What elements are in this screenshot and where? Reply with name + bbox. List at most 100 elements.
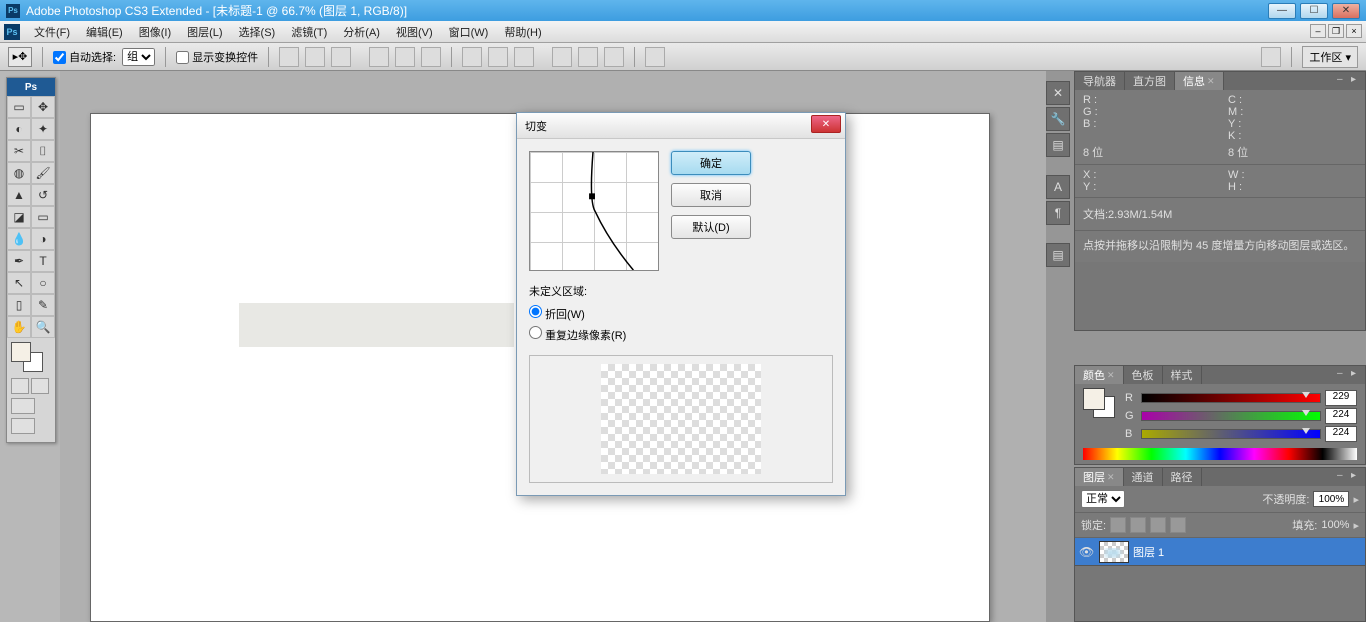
tab-styles[interactable]: 样式 (1163, 366, 1202, 384)
color-panel-swatches[interactable] (1083, 388, 1117, 418)
window-close-button[interactable]: ✕ (1332, 3, 1360, 19)
quickmask-std[interactable] (11, 378, 29, 394)
panel-minimize-icon[interactable]: – (1337, 368, 1349, 380)
menu-analysis[interactable]: 分析(A) (335, 21, 388, 43)
tool-path-sel[interactable]: ↖ (7, 272, 31, 294)
menu-layer[interactable]: 图层(L) (179, 21, 230, 43)
dock-tab-icon[interactable]: ▤ (1046, 243, 1070, 267)
tool-eraser[interactable]: ◪ (7, 206, 31, 228)
dialog-titlebar[interactable]: 切变 ✕ (517, 113, 845, 139)
panel-minimize-icon[interactable]: – (1337, 74, 1349, 86)
align-icon[interactable] (421, 47, 441, 67)
default-button[interactable]: 默认(D) (671, 215, 751, 239)
menu-select[interactable]: 选择(S) (231, 21, 284, 43)
cancel-button[interactable]: 取消 (671, 183, 751, 207)
tool-history-brush[interactable]: ↺ (31, 184, 55, 206)
slider-b-value[interactable]: 224 (1325, 426, 1357, 442)
tab-paths[interactable]: 路径 (1163, 468, 1202, 486)
slider-r-value[interactable]: 229 (1325, 390, 1357, 406)
tool-notes[interactable]: ▯ (7, 294, 31, 316)
menu-file[interactable]: 文件(F) (26, 21, 78, 43)
lock-trans-icon[interactable] (1110, 517, 1126, 533)
tab-histogram[interactable]: 直方图 (1125, 72, 1175, 90)
tool-blur[interactable]: 💧 (7, 228, 31, 250)
tab-swatches[interactable]: 色板 (1124, 366, 1163, 384)
tool-gradient[interactable]: ▭ (31, 206, 55, 228)
distribute-icon[interactable] (604, 47, 624, 67)
workspace-dropdown[interactable]: 工作区 ▾ (1302, 46, 1358, 68)
menu-help[interactable]: 帮助(H) (496, 21, 549, 43)
dialog-close-button[interactable]: ✕ (811, 115, 841, 133)
window-maximize-button[interactable]: ☐ (1300, 3, 1328, 19)
layer-thumbnail[interactable] (1099, 541, 1129, 563)
tool-slice[interactable]: ⌷ (31, 140, 55, 162)
ok-button[interactable]: 确定 (671, 151, 751, 175)
auto-align-icon[interactable] (645, 47, 665, 67)
menu-filter[interactable]: 滤镜(T) (283, 21, 335, 43)
distribute-icon[interactable] (488, 47, 508, 67)
align-icon[interactable] (305, 47, 325, 67)
menu-edit[interactable]: 编辑(E) (78, 21, 131, 43)
doc-restore-button[interactable]: ❐ (1328, 24, 1344, 38)
panel-close-icon[interactable]: ▸ (1351, 368, 1363, 380)
tab-layers[interactable]: 图层✕ (1075, 468, 1124, 486)
align-icon[interactable] (395, 47, 415, 67)
tool-indicator-move[interactable]: ▸✥ (8, 47, 32, 67)
layer-item[interactable]: 👁 图层 1 (1075, 538, 1365, 566)
doc-close-button[interactable]: × (1346, 24, 1362, 38)
blend-mode-select[interactable]: 正常 (1081, 490, 1125, 508)
tool-pen[interactable]: ✒ (7, 250, 31, 272)
quickmask-mask[interactable] (31, 378, 49, 394)
tool-lasso[interactable]: ◐ (7, 118, 31, 140)
align-icon[interactable] (369, 47, 389, 67)
tool-heal[interactable]: ◍ (7, 162, 31, 184)
slider-g-value[interactable]: 224 (1325, 408, 1357, 424)
shear-curve-editor[interactable] (529, 151, 659, 271)
screenmode-icon[interactable] (11, 418, 35, 434)
opacity-value[interactable]: 100% (1313, 491, 1349, 507)
wrap-radio[interactable]: 折回(W) (529, 303, 833, 324)
tool-stamp[interactable]: ▲ (7, 184, 31, 206)
tool-brush[interactable]: 🖌 (31, 162, 55, 184)
dock-tab-icon[interactable]: ✕ (1046, 81, 1070, 105)
menu-window[interactable]: 窗口(W) (441, 21, 497, 43)
tool-move[interactable]: ✥ (31, 96, 55, 118)
fill-value[interactable]: 100% (1321, 519, 1349, 531)
tab-channels[interactable]: 通道 (1124, 468, 1163, 486)
tool-type[interactable]: T (31, 250, 55, 272)
tab-navigator[interactable]: 导航器 (1075, 72, 1125, 90)
panel-close-icon[interactable]: ▸ (1351, 470, 1363, 482)
align-icon[interactable] (279, 47, 299, 67)
tool-dodge[interactable]: ◑ (31, 228, 55, 250)
tool-marquee[interactable]: ▭ (7, 96, 31, 118)
dock-tab-icon[interactable]: ¶ (1046, 201, 1070, 225)
lock-all-icon[interactable] (1170, 517, 1186, 533)
dock-tab-icon[interactable]: ▤ (1046, 133, 1070, 157)
show-transform-checkbox[interactable]: 显示变换控件 (176, 49, 258, 65)
tool-wand[interactable]: ✦ (31, 118, 55, 140)
menu-image[interactable]: 图像(I) (131, 21, 179, 43)
doc-minimize-button[interactable]: – (1310, 24, 1326, 38)
auto-select-target[interactable]: 组 (122, 48, 155, 66)
tab-info[interactable]: 信息✕ (1175, 72, 1224, 90)
tool-eyedropper[interactable]: ✎ (31, 294, 55, 316)
layer-visibility-icon[interactable]: 👁 (1079, 545, 1095, 559)
screenmode-icon[interactable] (11, 398, 35, 414)
tab-color[interactable]: 颜色✕ (1075, 366, 1124, 384)
menu-view[interactable]: 视图(V) (388, 21, 441, 43)
window-minimize-button[interactable]: — (1268, 3, 1296, 19)
distribute-icon[interactable] (578, 47, 598, 67)
toolbox-header[interactable]: Ps (7, 78, 55, 96)
slider-b[interactable] (1141, 429, 1321, 439)
align-icon[interactable] (331, 47, 351, 67)
slider-g[interactable] (1141, 411, 1321, 421)
panel-close-icon[interactable]: ▸ (1351, 74, 1363, 86)
color-swatches[interactable] (11, 342, 47, 372)
tool-shape[interactable]: ○ (31, 272, 55, 294)
tool-zoom[interactable]: 🔍 (31, 316, 55, 338)
distribute-icon[interactable] (462, 47, 482, 67)
go-to-bridge-icon[interactable] (1261, 47, 1281, 67)
dock-tab-icon[interactable]: A (1046, 175, 1070, 199)
tool-crop[interactable]: ✂ (7, 140, 31, 162)
slider-r[interactable] (1141, 393, 1321, 403)
